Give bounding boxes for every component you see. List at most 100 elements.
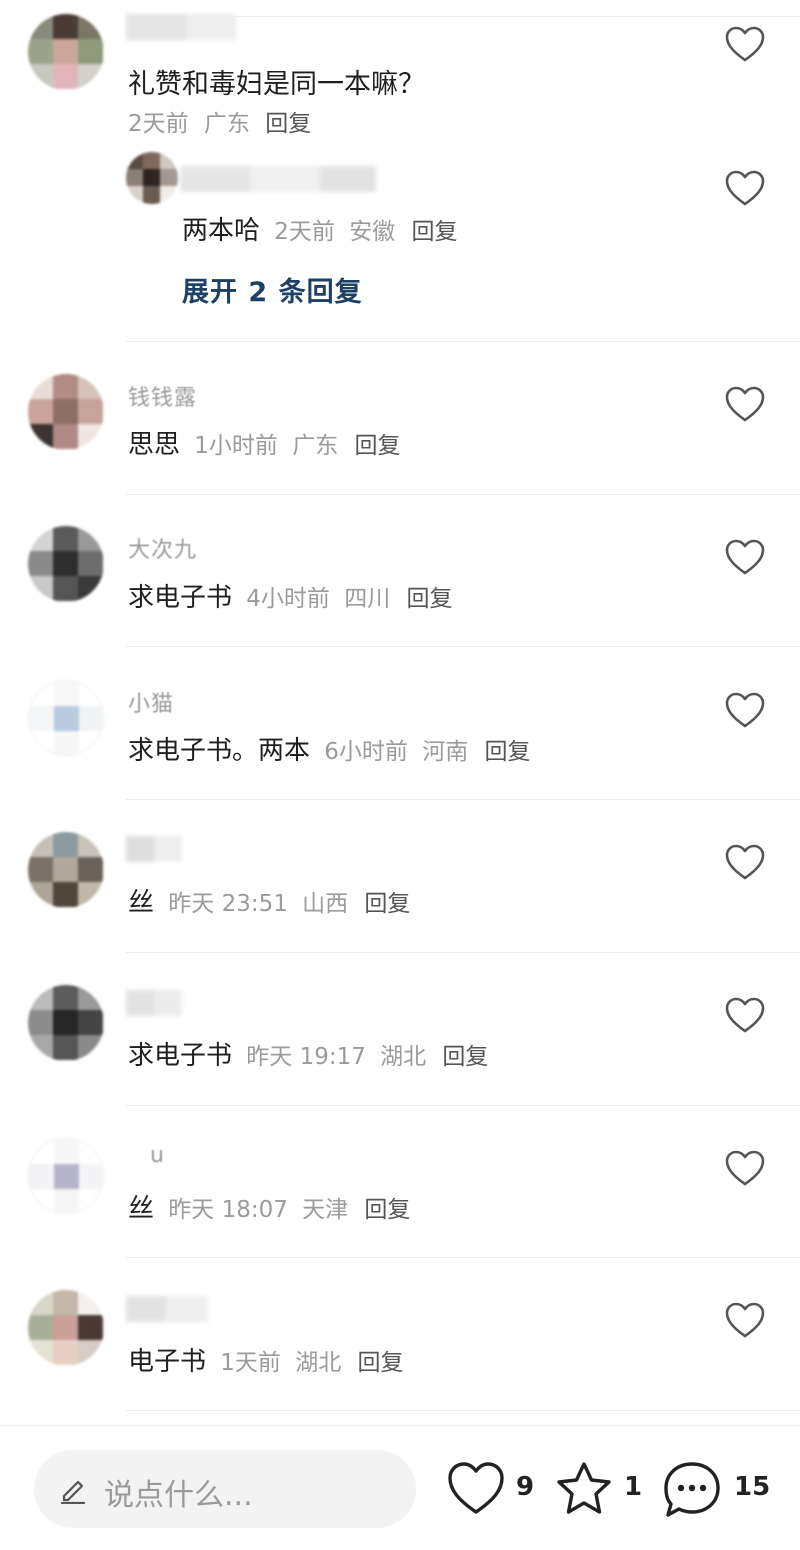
comment-time: 昨天 19:17	[246, 1044, 366, 1070]
avatar[interactable]	[28, 680, 104, 756]
comment-content: 思思 1小时前 广东 回复	[128, 424, 400, 461]
comment-location: 湖北	[295, 1350, 342, 1376]
comment-input[interactable]: 说点什么...	[34, 1450, 416, 1528]
favorite-button[interactable]: 1	[554, 1460, 646, 1520]
comment-content: 电子书 1天前 湖北 回复	[128, 1341, 403, 1378]
comment-location: 广东	[292, 433, 339, 459]
username-blurred[interactable]	[126, 14, 236, 40]
comment-time: 1天前	[220, 1350, 281, 1376]
heart-outline-icon	[725, 386, 765, 422]
comment-time: 昨天 23:51	[168, 891, 288, 917]
comment-count: 15	[734, 1472, 771, 1502]
avatar[interactable]	[28, 526, 104, 602]
comment-location: 河南	[422, 739, 469, 765]
heart-outline-icon	[725, 26, 765, 62]
like-button[interactable]	[724, 1301, 766, 1339]
username-blurred[interactable]	[126, 1296, 208, 1322]
reply-location: 安徽	[349, 219, 396, 245]
reply-button[interactable]: 回复	[354, 433, 400, 459]
divider	[126, 799, 800, 800]
comment-time: 昨天 18:07	[168, 1197, 288, 1223]
heart-outline-icon	[725, 170, 765, 206]
reply-button[interactable]: 回复	[364, 891, 410, 917]
heart-outline-icon	[725, 692, 765, 728]
heart-outline-icon	[725, 1150, 765, 1186]
divider	[126, 341, 800, 342]
comment-location: 天津	[302, 1197, 349, 1223]
like-button[interactable]	[724, 25, 766, 63]
divider	[126, 1410, 800, 1411]
divider	[126, 494, 800, 495]
reply-content: 两本哈 2天前 安徽 回复	[182, 210, 457, 247]
username-blurred[interactable]	[180, 166, 376, 192]
username-fragment[interactable]: u	[150, 1143, 165, 1168]
comment-content: 求电子书。两本 6小时前 河南 回复	[128, 730, 530, 767]
comment-location: 四川	[344, 586, 391, 612]
username-blurred[interactable]	[126, 990, 182, 1016]
comments-button[interactable]: 15	[662, 1460, 772, 1520]
divider	[126, 646, 800, 647]
pencil-icon	[60, 1480, 86, 1504]
comment-text: 求电子书	[128, 583, 233, 613]
comment-text: 求电子书。两本	[128, 736, 311, 766]
comment-content: 求电子书 昨天 19:17 湖北 回复	[128, 1035, 488, 1072]
heart-outline-icon	[725, 997, 765, 1033]
like-button[interactable]	[724, 843, 766, 881]
reply-button[interactable]: 回复	[406, 586, 452, 612]
comment-content: 丝 昨天 18:07 天津 回复	[128, 1188, 410, 1225]
divider	[126, 1257, 800, 1258]
comment-time: 6小时前	[324, 739, 408, 765]
like-button[interactable]	[724, 691, 766, 729]
comment-meta: 2天前 广东 回复	[128, 104, 311, 138]
avatar[interactable]	[28, 832, 104, 908]
heart-outline-icon	[725, 539, 765, 575]
divider	[126, 952, 800, 953]
avatar[interactable]	[28, 1290, 104, 1366]
comment-time: 2天前	[128, 111, 189, 137]
like-button[interactable]	[724, 385, 766, 423]
expand-replies-link[interactable]: 展开 2 条回复	[182, 270, 363, 309]
comment-location: 广东	[203, 111, 250, 137]
reply-button[interactable]: 回复	[484, 739, 530, 765]
username-fragment[interactable]: 钱钱露	[128, 380, 197, 412]
reply-button[interactable]: 回复	[411, 219, 457, 245]
like-button[interactable]	[724, 169, 766, 207]
bottom-action-bar: 说点什么... 9 1 15	[0, 1425, 800, 1550]
comment-text: 思思	[128, 430, 181, 460]
avatar[interactable]	[28, 374, 104, 450]
reply-button[interactable]: 回复	[265, 111, 311, 137]
avatar[interactable]	[28, 1138, 104, 1214]
comment-text: 丝	[128, 1194, 155, 1224]
heart-outline-icon	[725, 1302, 765, 1338]
username-fragment[interactable]: 小猫	[128, 686, 174, 718]
comment-time: 4小时前	[246, 586, 330, 612]
input-placeholder: 说点什么...	[104, 1478, 253, 1513]
comment-text: 求电子书	[128, 1041, 233, 1071]
comment-time: 1小时前	[194, 433, 278, 459]
like-count: 9	[516, 1472, 535, 1502]
reply-time: 2天前	[274, 219, 335, 245]
username-fragment[interactable]: 大次九	[128, 532, 197, 564]
avatar[interactable]	[28, 985, 104, 1061]
comment-location: 湖北	[380, 1044, 427, 1070]
reply-button[interactable]: 回复	[357, 1350, 403, 1376]
like-button[interactable]	[724, 996, 766, 1034]
comment-text: 丝	[128, 888, 155, 918]
comment-content: 礼赞和毒妇是同一本嘛？	[128, 69, 425, 100]
comment-text: 电子书	[128, 1347, 207, 1377]
favorite-count: 1	[624, 1472, 643, 1502]
heart-outline-icon	[725, 844, 765, 880]
comment-content: 丝 昨天 23:51 山西 回复	[128, 882, 410, 919]
comment-content: 求电子书 4小时前 四川 回复	[128, 577, 452, 614]
reply-button[interactable]: 回复	[364, 1197, 410, 1223]
reply-text: 两本哈	[182, 216, 261, 246]
username-blurred[interactable]	[126, 836, 182, 862]
like-button[interactable]	[724, 538, 766, 576]
avatar[interactable]	[28, 14, 104, 90]
like-button[interactable]	[724, 1149, 766, 1187]
avatar[interactable]	[126, 152, 178, 204]
reply-button[interactable]: 回复	[442, 1044, 488, 1070]
like-post-button[interactable]: 9	[446, 1460, 538, 1520]
star-outline-icon	[557, 1462, 611, 1514]
comment-location: 山西	[302, 891, 349, 917]
